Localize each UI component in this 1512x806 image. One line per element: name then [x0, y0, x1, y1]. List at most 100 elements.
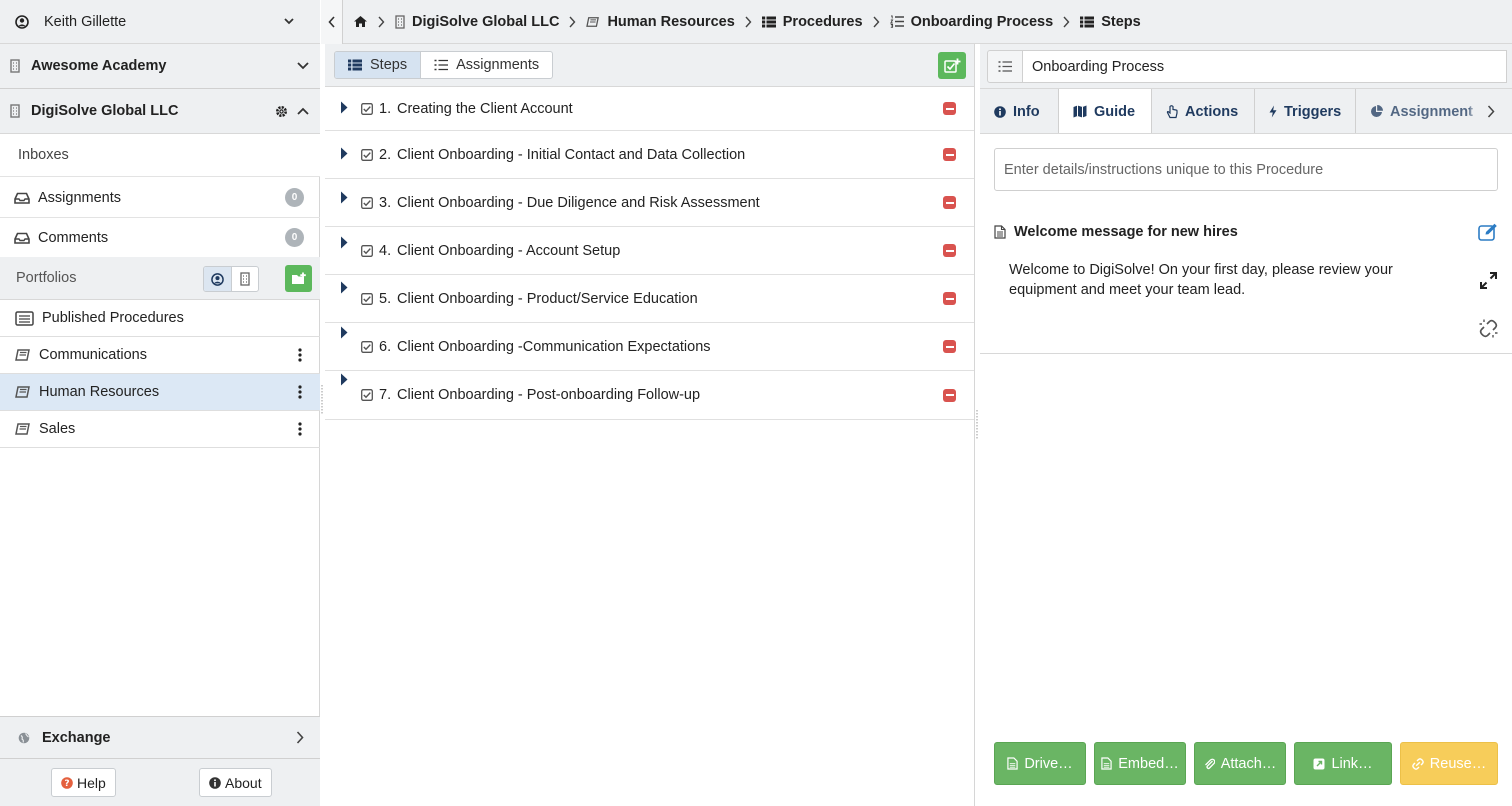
- step-title: Client Onboarding - Account Setup: [397, 242, 621, 259]
- breadcrumb-org[interactable]: DigiSolve Global LLC: [395, 14, 559, 30]
- info-icon: [994, 105, 1006, 118]
- tab-steps[interactable]: Steps: [335, 52, 422, 78]
- check-square-icon: [361, 102, 373, 115]
- building-view-icon[interactable]: [232, 267, 259, 291]
- sidebar: Keith Gillette Awesome Academy DigiSolve…: [0, 0, 320, 806]
- collapse-sidebar-button[interactable]: [321, 0, 343, 44]
- chevron-right-icon[interactable]: [296, 731, 304, 744]
- inbox-assignments[interactable]: Assignments 0: [0, 178, 320, 218]
- procedure-instructions-input[interactable]: Enter details/instructions unique to thi…: [994, 148, 1498, 191]
- step-row[interactable]: 7. Client Onboarding - Post-onboarding F…: [325, 371, 974, 420]
- step-row[interactable]: 1. Creating the Client Account: [325, 87, 974, 131]
- add-portfolio-button[interactable]: [285, 265, 312, 292]
- remove-step-button[interactable]: [943, 244, 956, 257]
- about-button[interactable]: About: [199, 768, 272, 797]
- kebab-menu-icon[interactable]: [298, 348, 302, 362]
- remove-step-button[interactable]: [943, 102, 956, 115]
- caret-right-icon[interactable]: [340, 147, 348, 160]
- breadcrumb-label: DigiSolve Global LLC: [412, 13, 560, 30]
- embed-button[interactable]: Embed…: [1094, 742, 1186, 785]
- user-name: Keith Gillette: [44, 13, 127, 30]
- sidebar-splitter-handle[interactable]: [320, 385, 324, 415]
- caret-right-icon[interactable]: [340, 191, 348, 204]
- caret-right-icon[interactable]: [340, 236, 348, 249]
- link-button[interactable]: Link…: [1294, 742, 1392, 785]
- reuse-button[interactable]: Reuse…: [1400, 742, 1498, 785]
- breadcrumb-procedure[interactable]: Onboarding Process: [889, 13, 1054, 30]
- chevron-right-icon: [569, 16, 576, 28]
- breadcrumb-procedures[interactable]: Procedures: [761, 14, 863, 30]
- help-button[interactable]: ? Help: [51, 768, 116, 797]
- kebab-menu-icon[interactable]: [298, 422, 302, 436]
- book-icon: [15, 422, 31, 436]
- procedure-name-field[interactable]: Onboarding Process: [1023, 50, 1507, 83]
- procedure-list-button[interactable]: [987, 50, 1023, 83]
- chevron-right-icon: [745, 16, 752, 28]
- step-row[interactable]: 3. Client Onboarding - Due Diligence and…: [325, 179, 974, 227]
- attach-button[interactable]: Attach…: [1194, 742, 1286, 785]
- breadcrumb-portfolio[interactable]: Human Resources: [586, 13, 735, 30]
- step-number: 7.: [379, 387, 392, 403]
- breadcrumb-home[interactable]: [353, 15, 368, 28]
- exchange-panel[interactable]: Exchange: [0, 716, 320, 759]
- tab-label: Triggers: [1284, 103, 1342, 120]
- chevron-down-icon[interactable]: [284, 18, 294, 25]
- step-row[interactable]: 4. Client Onboarding - Account Setup: [325, 227, 974, 275]
- remove-step-button[interactable]: [943, 292, 956, 305]
- portfolio-item-human-resources[interactable]: Human Resources: [0, 374, 320, 411]
- breadcrumb-steps[interactable]: Steps: [1080, 14, 1141, 30]
- step-row[interactable]: 2. Client Onboarding - Initial Contact a…: [325, 131, 974, 179]
- tab-assignments[interactable]: Assignments: [421, 52, 552, 78]
- unlink-icon[interactable]: [1479, 319, 1498, 338]
- step-number: 4.: [379, 242, 392, 259]
- portfolio-label: Human Resources: [39, 384, 160, 400]
- remove-step-button[interactable]: [943, 340, 956, 353]
- tabs-scroll-right-button[interactable]: [1470, 89, 1512, 133]
- add-step-button[interactable]: [938, 52, 966, 79]
- breadcrumb-label: Human Resources: [607, 13, 735, 30]
- user-menu[interactable]: Keith Gillette: [0, 0, 320, 44]
- portfolio-item-sales[interactable]: Sales: [0, 411, 320, 448]
- gear-icon[interactable]: [275, 105, 288, 118]
- published-procedures[interactable]: Published Procedures: [0, 300, 320, 337]
- tab-info[interactable]: Info: [980, 89, 1059, 133]
- expand-icon[interactable]: [1480, 272, 1497, 289]
- step-row[interactable]: 5. Client Onboarding - Product/Service E…: [325, 275, 974, 323]
- inbox-comments[interactable]: Comments 0: [0, 218, 320, 258]
- file-icon: [1007, 757, 1019, 770]
- org-digisolve[interactable]: DigiSolve Global LLC: [0, 89, 320, 134]
- table-icon: [761, 16, 776, 28]
- book-icon: [586, 16, 600, 28]
- caret-right-icon[interactable]: [340, 326, 348, 339]
- question-circle-icon: ?: [61, 776, 73, 789]
- tab-guide[interactable]: Guide: [1059, 89, 1152, 133]
- building-icon: [10, 59, 20, 73]
- chevron-up-icon[interactable]: [297, 107, 309, 115]
- table-icon: [1080, 16, 1095, 28]
- edit-icon[interactable]: [1478, 223, 1498, 241]
- kebab-menu-icon[interactable]: [298, 385, 302, 399]
- remove-step-button[interactable]: [943, 196, 956, 209]
- tab-label: Actions: [1185, 103, 1239, 120]
- caret-right-icon[interactable]: [340, 101, 348, 114]
- step-number: 3.: [379, 194, 392, 211]
- step-row[interactable]: 6. Client Onboarding -Communication Expe…: [325, 323, 974, 371]
- button-label: Drive…: [1024, 755, 1073, 772]
- portfolio-item-communications[interactable]: Communications: [0, 337, 320, 374]
- tab-actions[interactable]: Actions: [1152, 89, 1255, 133]
- list-ol-icon: [889, 15, 904, 28]
- portfolio-label: Communications: [39, 347, 147, 363]
- breadcrumb-label: Onboarding Process: [910, 13, 1054, 30]
- caret-right-icon[interactable]: [340, 281, 348, 294]
- step-title: Client Onboarding -Communication Expecta…: [397, 338, 711, 355]
- chevron-down-icon[interactable]: [297, 62, 309, 70]
- user-view-icon[interactable]: [204, 267, 232, 291]
- remove-step-button[interactable]: [943, 148, 956, 161]
- tab-triggers[interactable]: Triggers: [1255, 89, 1356, 133]
- bolt-icon: [1269, 105, 1277, 118]
- drive-button[interactable]: Drive…: [994, 742, 1086, 785]
- org-awesome-academy[interactable]: Awesome Academy: [0, 44, 320, 89]
- pane-splitter-handle[interactable]: [975, 410, 979, 440]
- caret-right-icon[interactable]: [340, 373, 348, 386]
- remove-step-button[interactable]: [943, 388, 956, 402]
